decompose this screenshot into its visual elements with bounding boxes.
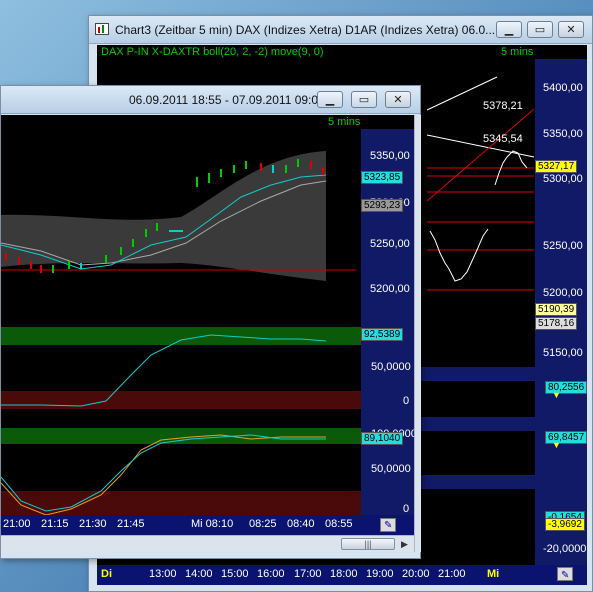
price-label-mid: 5293,23 bbox=[361, 199, 404, 212]
time-tick: 21:00 bbox=[3, 518, 31, 530]
time-tick: 17:00 bbox=[294, 568, 322, 580]
price-tick: 5250,00 bbox=[370, 238, 410, 250]
indicator2-lines bbox=[1, 434, 326, 515]
maximize-button[interactable]: ▭ bbox=[351, 91, 377, 108]
time-tick-day: Mi bbox=[487, 568, 500, 580]
time-tick: 14:00 bbox=[185, 568, 213, 580]
price-label-high: 5378,21 bbox=[483, 100, 523, 112]
price-tick: 5350,00 bbox=[370, 150, 410, 162]
time-tick: 18:00 bbox=[330, 568, 358, 580]
price-label-last: 5323,85 bbox=[361, 171, 404, 184]
scroll-arrow-icon[interactable]: ▼ bbox=[552, 440, 561, 450]
time-tick: 13:00 bbox=[149, 568, 177, 580]
time-tick: 08:40 bbox=[287, 518, 315, 530]
maximize-button[interactable]: ▭ bbox=[527, 21, 553, 38]
indicator2-tick: 0 bbox=[403, 503, 410, 515]
price-tick: 5200,00 bbox=[370, 283, 410, 295]
indicator2-label: 89,1040 bbox=[361, 432, 404, 445]
bollinger-price-drawing bbox=[1, 151, 356, 281]
price-tick: 5150,00 bbox=[543, 347, 583, 359]
detail-chart-area[interactable]: 5 mins 5350,00 5300,00 5250,00 5200,00 5… bbox=[1, 115, 414, 535]
detail-titlebar[interactable]: 06.09.2011 18:55 - 07.09.2011 09:00 ▁ ▭ … bbox=[1, 86, 420, 114]
time-tick: 16:00 bbox=[257, 568, 285, 580]
detail-title: 06.09.2011 18:55 - 07.09.2011 09:00 bbox=[129, 93, 325, 107]
time-tick: 19:00 bbox=[366, 568, 394, 580]
time-tick: 08:55 bbox=[325, 518, 353, 530]
chart3-title: Chart3 (Zeitbar 5 min) DAX (Indizes Xetr… bbox=[115, 23, 496, 37]
indicator3-tick: -20,0000 bbox=[543, 543, 587, 555]
indicator1-tick: 50,0000 bbox=[371, 361, 411, 373]
time-tick: 20:00 bbox=[402, 568, 430, 580]
detail-chart-window[interactable]: 06.09.2011 18:55 - 07.09.2011 09:00 ▁ ▭ … bbox=[0, 85, 421, 559]
time-tick: 21:00 bbox=[438, 568, 466, 580]
price-tick: 5250,00 bbox=[543, 240, 583, 252]
indicator1-tick: 0 bbox=[403, 395, 410, 407]
close-button[interactable]: ✕ bbox=[385, 91, 411, 108]
price-tick: 5400,00 bbox=[543, 82, 583, 94]
indicator3-label: -3,9692 bbox=[545, 518, 585, 531]
price-tick: 5200,00 bbox=[543, 287, 583, 299]
time-tick: 08:25 bbox=[249, 518, 277, 530]
time-tick: 21:30 bbox=[79, 518, 107, 530]
minimize-button[interactable]: ▁ bbox=[496, 21, 522, 38]
price-tick: 5300,00 bbox=[543, 173, 583, 185]
draw-tool-icon[interactable]: ✎ bbox=[557, 567, 573, 581]
scroll-arrow-icon[interactable]: ▼ bbox=[552, 390, 561, 400]
time-tick: 21:45 bbox=[117, 518, 145, 530]
horizontal-scrollbar[interactable]: ||| ▶ bbox=[1, 535, 414, 552]
price-label-mid: 5345,54 bbox=[483, 133, 523, 145]
scroll-right-arrow-icon[interactable]: ▶ bbox=[401, 539, 408, 550]
scrollbar-thumb[interactable]: ||| bbox=[341, 538, 395, 550]
chart-app-icon bbox=[95, 23, 109, 35]
price-label-last: 5327,17 bbox=[535, 160, 578, 173]
vertical-scrollbar[interactable] bbox=[414, 115, 421, 552]
time-tick-day: Mi 08:10 bbox=[191, 518, 234, 530]
draw-tool-icon[interactable]: ✎ bbox=[380, 518, 396, 532]
indicator1-label: 92,5389 bbox=[361, 328, 404, 341]
indicator2-tick: 50,0000 bbox=[371, 463, 411, 475]
close-button[interactable]: ✕ bbox=[558, 21, 584, 38]
time-tick: 15:00 bbox=[221, 568, 249, 580]
time-tick-day: Di bbox=[101, 568, 112, 580]
price-label-lower2: 5178,16 bbox=[535, 317, 578, 330]
indicator1-line bbox=[1, 334, 327, 407]
chart3-titlebar[interactable]: Chart3 (Zeitbar 5 min) DAX (Indizes Xetr… bbox=[89, 16, 592, 44]
time-tick: 21:15 bbox=[41, 518, 69, 530]
minimize-button[interactable]: ▁ bbox=[317, 91, 343, 108]
price-tick: 5350,00 bbox=[543, 128, 583, 140]
price-label-lower1: 5190,39 bbox=[535, 303, 578, 316]
